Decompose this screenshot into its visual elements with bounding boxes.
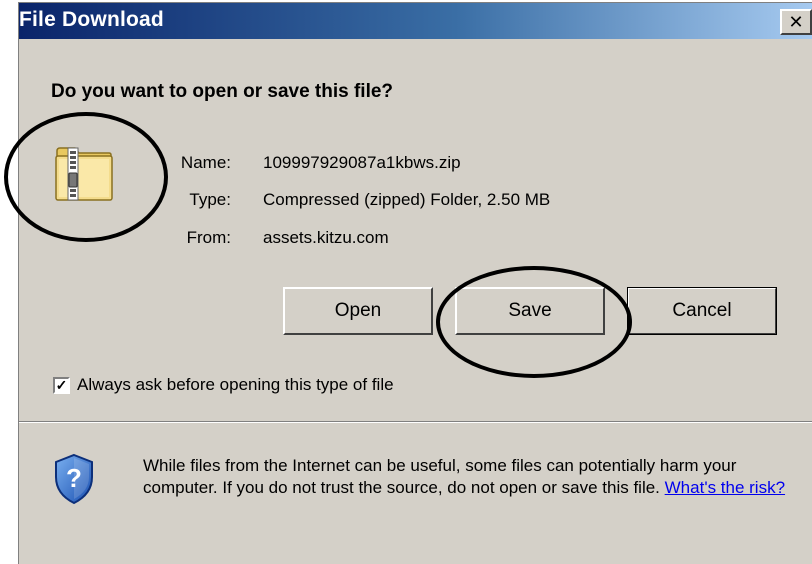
close-icon: ✕ <box>788 11 804 32</box>
security-warning: While files from the Internet can be use… <box>143 455 803 499</box>
cancel-button[interactable]: Cancel <box>627 287 777 335</box>
window-title: File Download <box>19 8 164 31</box>
file-from-value: assets.kitzu.com <box>263 228 389 247</box>
checkmark-icon: ✓ <box>55 377 68 393</box>
svg-text:?: ? <box>66 463 82 493</box>
close-button[interactable]: ✕ <box>780 9 812 35</box>
whats-the-risk-link[interactable]: What's the risk? <box>665 478 785 497</box>
title-bar[interactable]: File Download ✕ <box>19 3 812 39</box>
always-ask-label[interactable]: Always ask before opening this type of f… <box>77 375 394 395</box>
file-download-dialog: File Download ✕ Do you want to open or s… <box>18 2 812 564</box>
open-button[interactable]: Open <box>283 287 433 335</box>
prompt-question: Do you want to open or save this file? <box>51 81 394 102</box>
always-ask-checkbox[interactable]: ✓ <box>53 376 70 394</box>
annotation-circle-save <box>436 266 632 378</box>
file-type-value: Compressed (zipped) Folder, 2.50 MB <box>263 190 551 209</box>
always-ask-option[interactable]: ✓ Always ask before opening this type of… <box>53 375 394 395</box>
shield-question-icon: ? <box>55 453 93 505</box>
annotation-circle-icon <box>4 112 168 242</box>
file-name-value: 109997929087a1kbws.zip <box>263 153 461 172</box>
section-divider <box>19 421 812 423</box>
warning-text: While files from the Internet can be use… <box>143 456 737 497</box>
